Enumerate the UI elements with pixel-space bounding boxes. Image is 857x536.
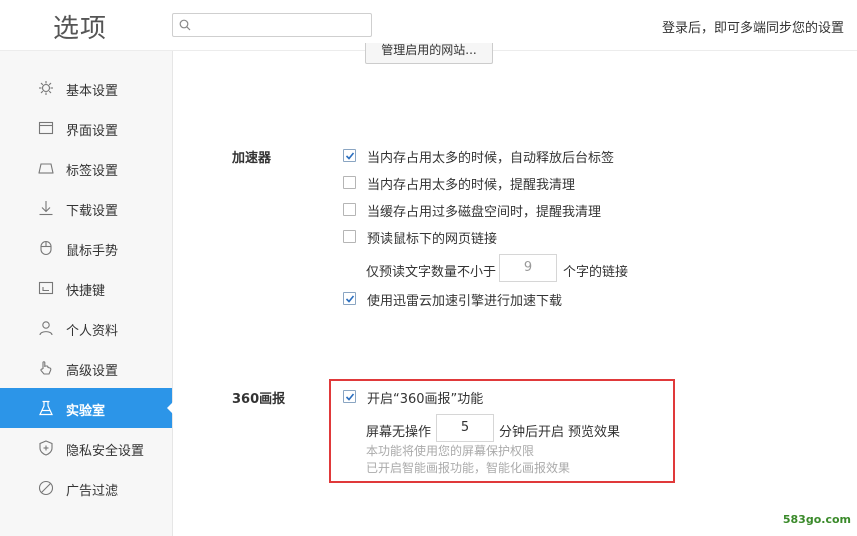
search-icon xyxy=(179,19,191,31)
settings-panel: 管理启用的网站... 加速器 当内存占用太多的时候，自动释放后台标签 当内存占用… xyxy=(173,43,857,536)
hand-icon xyxy=(38,360,54,376)
checkbox-unchecked[interactable] xyxy=(343,230,356,243)
sidebar-item-label: 标签设置 xyxy=(66,164,119,179)
checkbox-checked[interactable] xyxy=(343,292,356,305)
sidebar-item-download[interactable]: 下载设置 xyxy=(0,188,172,228)
sidebar-item-label: 个人资料 xyxy=(66,324,119,339)
sidebar-item-profile[interactable]: 个人资料 xyxy=(0,308,172,348)
sidebar-item-mouse-gesture[interactable]: 鼠标手势 xyxy=(0,228,172,268)
sidebar-item-label: 实验室 xyxy=(66,404,106,419)
person-icon xyxy=(38,320,54,336)
sidebar-item-tabs[interactable]: 标签设置 xyxy=(0,148,172,188)
preread-prefix-label: 仅预读文字数量不小于 xyxy=(366,265,497,280)
preview-effect-link[interactable]: 预览效果 xyxy=(568,421,620,440)
sidebar-item-label: 下载设置 xyxy=(66,204,119,219)
sidebar-item-interface[interactable]: 界面设置 xyxy=(0,108,172,148)
sidebar-item-label: 基本设置 xyxy=(66,84,119,99)
watermark: 583go.com xyxy=(782,513,851,526)
page-title: 选项 xyxy=(53,14,108,44)
idle-prefix-label: 屏幕无操作 xyxy=(366,425,432,440)
download-icon xyxy=(38,200,54,216)
sidebar-item-label: 隐私安全设置 xyxy=(66,444,145,459)
block-icon xyxy=(38,480,54,496)
option-label: 使用迅雷云加速引擎进行加速下载 xyxy=(367,294,563,309)
window-icon xyxy=(38,120,54,136)
sidebar-item-label: 快捷键 xyxy=(66,284,106,299)
mouse-icon xyxy=(38,240,54,256)
checkbox-checked[interactable] xyxy=(343,390,356,403)
login-prompt[interactable]: 登录后，即可多端同步您的设置 xyxy=(662,17,844,36)
sidebar-item-advanced[interactable]: 高级设置 xyxy=(0,348,172,388)
option-label: 预读鼠标下的网页链接 xyxy=(367,232,498,247)
sidebar-item-label: 鼠标手势 xyxy=(66,244,119,259)
option-label: 当内存占用太多的时候，自动释放后台标签 xyxy=(367,151,615,166)
search-input[interactable] xyxy=(172,13,372,37)
sidebar-item-shortcuts[interactable]: 快捷键 xyxy=(0,268,172,308)
option-label: 当缓存占用过多磁盘空间时，提醒我清理 xyxy=(367,205,602,220)
sidebar-item-label: 界面设置 xyxy=(66,124,119,139)
accelerator-section-label: 加速器 xyxy=(232,151,272,166)
checkbox-unchecked[interactable] xyxy=(343,176,356,189)
idle-minutes-input[interactable]: 5 xyxy=(436,414,494,442)
huabao-hint-smart: 已开启智能画报功能，智能化画报效果 xyxy=(366,461,571,475)
manage-sites-button[interactable]: 管理启用的网站... xyxy=(365,43,493,64)
shield-icon xyxy=(38,440,54,456)
sidebar-item-adblock[interactable]: 广告过滤 xyxy=(0,468,172,508)
flask-icon xyxy=(38,400,54,416)
idle-time-row: 屏幕无操作 5 分钟后开启 预览效果 xyxy=(366,414,666,444)
sidebar-item-basic[interactable]: 基本设置 xyxy=(0,68,172,108)
tab-icon xyxy=(38,160,54,176)
idle-suffix-label: 分钟后开启 xyxy=(499,425,565,440)
gear-icon xyxy=(38,80,54,96)
keyboard-icon xyxy=(38,280,54,296)
sidebar-item-lab[interactable]: 实验室 xyxy=(0,388,173,428)
huabao-hint-permission: 本功能将使用您的屏幕保护权限 xyxy=(366,444,535,458)
preread-length-input[interactable]: 9 xyxy=(499,254,557,282)
huabao-section-label: 360画报 xyxy=(232,392,286,407)
sidebar-item-privacy[interactable]: 隐私安全设置 xyxy=(0,428,172,468)
sidebar-item-label: 高级设置 xyxy=(66,364,119,379)
sidebar: 基本设置 界面设置 标签设置 下载设置 鼠标手势 快捷键 个人资料 高级设置 实… xyxy=(0,51,173,536)
sidebar-item-label: 广告过滤 xyxy=(66,484,119,499)
checkbox-unchecked[interactable] xyxy=(343,203,356,216)
checkbox-checked[interactable] xyxy=(343,149,356,162)
option-label: 当内存占用太多的时候，提醒我清理 xyxy=(367,178,576,193)
preread-length-row: 仅预读文字数量不小于 9 个字的链接 xyxy=(366,254,666,284)
option-label: 开启“360画报”功能 xyxy=(367,392,484,407)
preread-suffix-label: 个字的链接 xyxy=(563,265,629,280)
